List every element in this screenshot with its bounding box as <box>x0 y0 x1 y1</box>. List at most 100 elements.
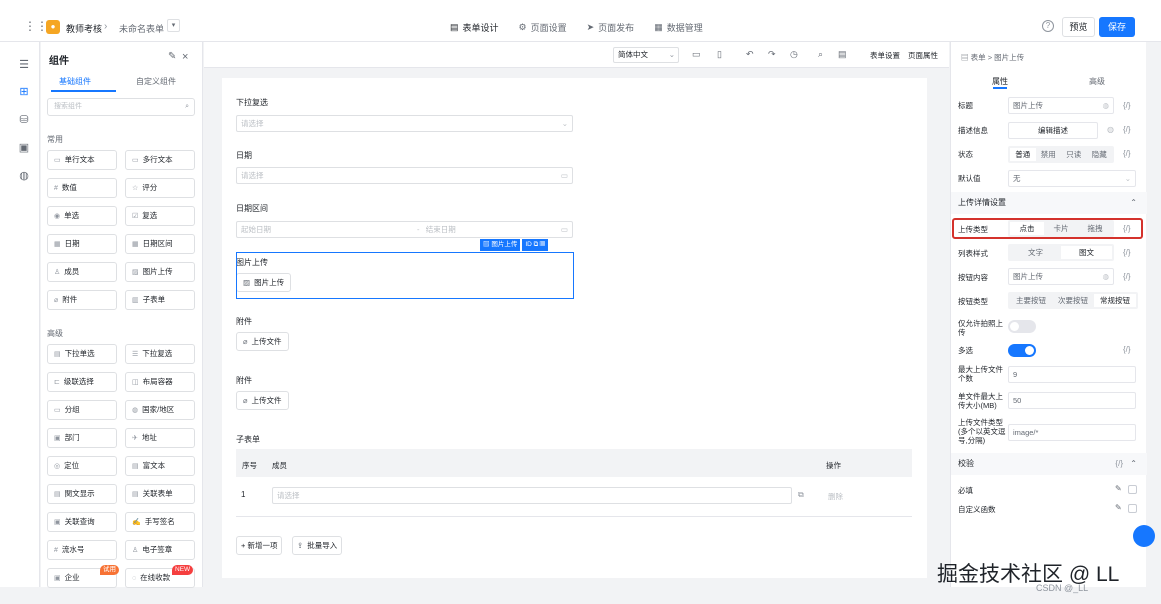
tab-properties[interactable]: 属性 <box>992 76 1008 87</box>
globe-icon[interactable]: ◍ <box>1107 125 1114 134</box>
default-value-select[interactable]: 无 ⌄ <box>1008 170 1136 187</box>
field-id-button[interactable]: ID ⧉ ▥ <box>522 239 549 251</box>
globe-icon[interactable]: ◍ <box>17 169 31 183</box>
component-number[interactable]: # 数值 <box>47 178 117 198</box>
component-linked-form[interactable]: ▤ 关联表单 <box>125 484 195 504</box>
js-icon[interactable]: ▣ <box>17 141 31 155</box>
undo-icon[interactable]: ↶ <box>746 48 754 60</box>
delete-row-button[interactable]: 删除 <box>828 491 843 502</box>
tab-advanced[interactable]: 高级 <box>1089 76 1105 87</box>
max-size-input[interactable]: 50 <box>1008 392 1136 409</box>
dropdown-multi-input[interactable]: 请选择 ⌄ <box>236 115 573 132</box>
component-address[interactable]: ✈ 地址 <box>125 428 195 448</box>
form-name[interactable]: 未命名表单 <box>119 22 164 35</box>
tab-basic-components[interactable]: 基础组件 <box>59 76 91 87</box>
component-subform[interactable]: ▥ 子表单 <box>125 290 195 310</box>
component-radio[interactable]: ◉ 单选 <box>47 206 117 226</box>
edit-icon[interactable]: ✎ <box>1115 484 1122 493</box>
tab-custom-components[interactable]: 自定义组件 <box>136 76 176 87</box>
history-icon[interactable]: ◷ <box>790 48 798 60</box>
custom-function-checkbox[interactable] <box>1128 504 1137 513</box>
code-toggle[interactable]: {/} <box>1123 272 1131 281</box>
component-group[interactable]: ▭ 分组 <box>47 400 117 420</box>
status-disabled[interactable]: 禁用 <box>1036 148 1062 161</box>
component-text-display[interactable]: ▤ 関文显示 <box>47 484 117 504</box>
component-checkbox[interactable]: ☑ 复选 <box>125 206 195 226</box>
subform-member-input[interactable]: 请选择 <box>272 487 792 504</box>
status-normal[interactable]: 普通 <box>1010 148 1036 161</box>
close-icon[interactable]: × <box>182 51 188 63</box>
help-icon[interactable]: ? <box>1042 20 1054 32</box>
language-select[interactable]: 简体中文 ⌄ <box>613 47 679 63</box>
file-type-input[interactable]: image/* <box>1008 424 1136 441</box>
search-icon[interactable]: ⌕ <box>818 48 823 60</box>
component-member[interactable]: ♙ 成员 <box>47 262 117 282</box>
component-rating[interactable]: ☆ 评分 <box>125 178 195 198</box>
status-hidden[interactable]: 隐藏 <box>1087 148 1113 161</box>
upload-file-button-1[interactable]: ⌀ 上传文件 <box>236 332 289 351</box>
button-type-primary[interactable]: 主要按钮 <box>1010 294 1052 307</box>
floating-help-button[interactable] <box>1133 525 1155 547</box>
keyboard-icon[interactable]: ▤ <box>838 48 847 60</box>
selected-field-name[interactable]: ▨ 图片上传 <box>480 239 521 251</box>
component-dropdown-multi[interactable]: ☰ 下拉复选 <box>125 344 195 364</box>
form-settings-button[interactable]: 表单设置 <box>870 50 900 61</box>
redo-icon[interactable]: ↷ <box>768 48 776 60</box>
component-serial-number[interactable]: # 流水号 <box>47 540 117 560</box>
list-style-image-text[interactable]: 图文 <box>1061 246 1112 259</box>
component-cascade[interactable]: ⊏ 级联选择 <box>47 372 117 392</box>
component-date-range[interactable]: ▦ 日期区间 <box>125 234 195 254</box>
tab-data-manage[interactable]: ▦ 数据管理 <box>654 21 703 34</box>
add-row-button[interactable]: + 新增一项 <box>236 536 283 555</box>
page-props-button[interactable]: 页面属性 <box>908 50 938 61</box>
component-online-payment[interactable]: ◌ 在线收款 NEW <box>125 565 195 588</box>
upload-file-button-2[interactable]: ⌀ 上传文件 <box>236 391 289 410</box>
component-enterprise[interactable]: ▣ 企业 试用 <box>47 565 119 588</box>
component-country[interactable]: ◍ 国家/地区 <box>125 400 195 420</box>
components-icon[interactable]: ⊞ <box>17 85 31 99</box>
camera-only-toggle[interactable] <box>1008 320 1036 333</box>
code-toggle[interactable]: {/} <box>1123 345 1131 354</box>
code-toggle[interactable]: {/} <box>1115 453 1123 475</box>
max-files-input[interactable]: 9 <box>1008 366 1136 383</box>
upload-settings-section[interactable]: 上传详情设置 ⌃ <box>951 192 1147 214</box>
button-text-input[interactable]: 图片上传 ◍ <box>1008 268 1114 285</box>
date-input[interactable]: 请选择 ▭ <box>236 167 573 184</box>
code-toggle[interactable]: {/} <box>1123 149 1131 158</box>
app-name[interactable]: 教师考核 <box>66 22 102 35</box>
save-button[interactable]: 保存 <box>1099 17 1135 37</box>
component-linked-query[interactable]: ▣ 关联查询 <box>47 512 117 532</box>
globe-icon[interactable]: ◍ <box>1102 269 1109 284</box>
globe-icon[interactable]: ◍ <box>1102 98 1109 113</box>
component-dropdown-single[interactable]: ▤ 下拉单选 <box>47 344 117 364</box>
crumb-form[interactable]: 表单 <box>971 53 986 62</box>
component-signature[interactable]: ✍ 手写签名 <box>125 512 195 532</box>
edit-description-button[interactable]: 编辑描述 <box>1008 122 1098 139</box>
button-type-normal[interactable]: 常规按钮 <box>1094 294 1136 307</box>
button-type-secondary[interactable]: 次要按钮 <box>1052 294 1094 307</box>
component-layout[interactable]: ◫ 布局容器 <box>125 372 195 392</box>
component-rich-text[interactable]: ▤ 富文本 <box>125 456 195 476</box>
preview-button[interactable]: 预览 <box>1062 17 1095 37</box>
expand-icon[interactable]: ⧉ <box>798 490 804 500</box>
datasource-icon[interactable]: ⛁ <box>17 113 31 127</box>
tab-page-publish[interactable]: ➤ 页面发布 <box>587 21 635 34</box>
status-readonly[interactable]: 只读 <box>1061 148 1087 161</box>
form-dropdown-icon[interactable]: ▾ <box>167 19 180 32</box>
desktop-icon[interactable]: ▭ <box>692 48 701 60</box>
date-range-input[interactable]: 起始日期 - 结束日期 ▭ <box>236 221 573 238</box>
component-search-input[interactable]: 搜索组件 ⌕ <box>47 98 195 116</box>
component-attachment[interactable]: ⌀ 附件 <box>47 290 117 310</box>
required-checkbox[interactable] <box>1128 485 1137 494</box>
component-single-line-text[interactable]: ▭ 单行文本 <box>47 150 117 170</box>
edit-icon[interactable]: ✎ <box>1115 503 1122 512</box>
component-date[interactable]: ▦ 日期 <box>47 234 117 254</box>
batch-import-button[interactable]: ⇪ 批量导入 <box>292 536 343 555</box>
code-toggle[interactable]: {/} <box>1123 101 1131 110</box>
tab-form-design[interactable]: ▤ 表单设计 <box>450 21 499 34</box>
tab-page-settings[interactable]: ⚙ 页面设置 <box>519 21 567 34</box>
outline-icon[interactable]: ☰ <box>17 58 31 72</box>
component-e-seal[interactable]: ♙ 电子签章 <box>125 540 195 560</box>
component-image-upload[interactable]: ▨ 图片上传 <box>125 262 195 282</box>
validation-section[interactable]: 校验 {/} ⌃ <box>951 453 1147 475</box>
